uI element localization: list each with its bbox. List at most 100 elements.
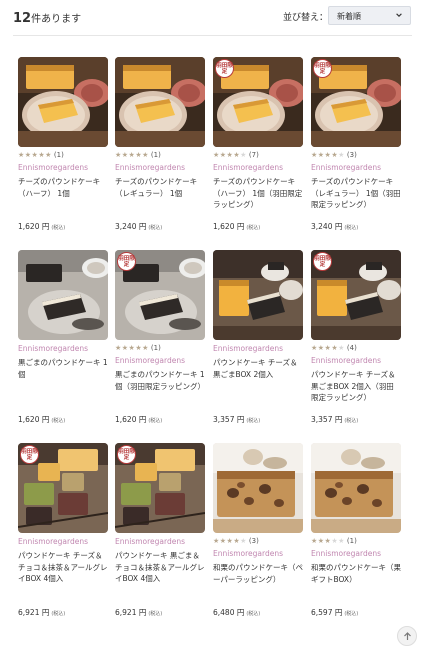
tax-label: (税込) [148, 611, 163, 617]
product-image[interactable] [213, 443, 303, 533]
price-value: 3,357 円 [213, 415, 245, 424]
product-image[interactable]: 羽田限定 [18, 443, 108, 533]
brand-name[interactable]: Ennismoregardens [18, 344, 88, 353]
star-rating-icon: ★★★★★ [213, 537, 247, 545]
star-rating-icon: ★★★★★ [311, 151, 345, 159]
product-image[interactable] [18, 250, 108, 340]
header-divider [13, 35, 412, 36]
chevron-down-icon [396, 13, 402, 17]
product-price: 3,357 円 (税込) [213, 414, 260, 425]
price-value: 6,921 円 [18, 608, 50, 617]
brand-name[interactable]: Ennismoregardens [115, 356, 185, 365]
product-photo [213, 443, 303, 533]
product-image[interactable]: 羽田限定 [213, 57, 303, 147]
product-name[interactable]: チーズのパウンドケーキ（ハーフ） 1個 [18, 176, 108, 199]
product-image[interactable]: 羽田限定 [311, 57, 401, 147]
product-name[interactable]: パウンドケーキ チーズ＆黒ごまBOX 2個入（羽田限定ラッピング） [311, 369, 401, 404]
brand-name[interactable]: Ennismoregardens [18, 163, 88, 172]
brand-name[interactable]: Ennismoregardens [311, 356, 381, 365]
brand-name[interactable]: Ennismoregardens [213, 549, 283, 558]
product-photo [18, 250, 108, 340]
tax-label: (税込) [148, 225, 163, 231]
limited-badge: 羽田限定 [215, 59, 234, 78]
price-value: 3,357 円 [311, 415, 343, 424]
brand-name[interactable]: Ennismoregardens [18, 537, 88, 546]
sort-select[interactable]: 新着順 [328, 6, 411, 25]
product-image[interactable]: 羽田限定 [115, 443, 205, 533]
product-name[interactable]: 和栗のパウンドケーキ（果ギフトBOX） [311, 562, 401, 585]
product-name[interactable]: 黒ごまのパウンドケーキ 1個 [18, 357, 108, 380]
limited-badge: 羽田限定 [20, 445, 39, 464]
product-card[interactable]: ★★★★★ (1) Ennismoregardens 和栗のパウンドケーキ（果ギフトB… [311, 443, 401, 621]
product-name[interactable]: パウンドケーキ チーズ＆チョコ＆抹茶＆アールグレイBOX 4個入 [18, 550, 108, 585]
product-image[interactable] [18, 57, 108, 147]
rating: ★★★★★ (7) [213, 151, 259, 161]
product-card[interactable]: 羽田限定 ★★★★★ (4) Ennismoregardens パウンドケーキ チーズ＆… [311, 250, 401, 428]
product-image[interactable] [213, 250, 303, 340]
review-count: (7) [248, 151, 259, 159]
product-image[interactable]: 羽田限定 [115, 250, 205, 340]
product-card[interactable]: Ennismoregardens パウンドケーキ チーズ＆黒ごまBOX 2個入 3,… [213, 250, 303, 428]
product-name[interactable]: チーズのパウンドケーキ（レギュラー） 1個 [115, 176, 205, 199]
product-name[interactable]: チーズのパウンドケーキ（ハーフ） 1個（羽田限定ラッピング） [213, 176, 303, 211]
product-name[interactable]: 黒ごまのパウンドケーキ 1個（羽田限定ラッピング） [115, 369, 205, 392]
brand-name[interactable]: Ennismoregardens [213, 163, 283, 172]
product-image[interactable] [115, 57, 205, 147]
product-card[interactable]: Ennismoregardens 黒ごまのパウンドケーキ 1個 1,620 円 (税込… [18, 250, 108, 428]
product-price: 6,921 円 (税込) [18, 607, 65, 618]
tax-label: (税込) [51, 418, 66, 424]
product-price: 1,620 円 (税込) [213, 221, 260, 232]
product-price: 3,357 円 (税込) [311, 414, 358, 425]
product-card[interactable]: 羽田限定 ★★★★★ (1) Ennismoregardens 黒ごまのパウンドケーキ … [115, 250, 205, 428]
star-rating-icon: ★★★★★ [213, 151, 247, 159]
brand-name[interactable]: Ennismoregardens [213, 344, 283, 353]
rating: ★★★★★ (3) [213, 537, 259, 547]
tax-label: (税込) [246, 418, 261, 424]
price-value: 1,620 円 [18, 415, 50, 424]
brand-name[interactable]: Ennismoregardens [311, 549, 381, 558]
product-price: 1,620 円 (税込) [18, 414, 65, 425]
product-card[interactable]: ★★★★★ (1) Ennismoregardens チーズのパウンドケーキ（ハーフ）… [18, 57, 108, 235]
product-card[interactable]: 羽田限定 Ennismoregardens パウンドケーキ チーズ＆チョコ＆抹茶＆ア… [18, 443, 108, 621]
price-value: 3,240 円 [311, 222, 343, 231]
list-header: 12件あります 並び替え： 新着順 [0, 0, 425, 34]
tax-label: (税込) [344, 225, 359, 231]
product-image[interactable] [311, 443, 401, 533]
product-card[interactable]: 羽田限定 ★★★★★ (3) Ennismoregardens チーズのパウンドケーキ（… [311, 57, 401, 235]
sort-select-value: 新着順 [337, 12, 361, 21]
star-rating-icon: ★★★★★ [311, 344, 345, 352]
price-value: 1,620 円 [18, 222, 50, 231]
tax-label: (税込) [344, 418, 359, 424]
product-name[interactable]: 和栗のパウンドケーキ（ペーパーラッピング） [213, 562, 303, 585]
limited-badge: 羽田限定 [117, 252, 136, 271]
tax-label: (税込) [344, 611, 359, 617]
product-name[interactable]: パウンドケーキ 黒ごま＆チョコ＆抹茶＆アールグレイBOX 4個入 [115, 550, 205, 585]
scroll-to-top-button[interactable] [397, 626, 417, 646]
tax-label: (税込) [51, 225, 66, 231]
review-count: (1) [150, 344, 161, 352]
brand-name[interactable]: Ennismoregardens [115, 537, 185, 546]
product-price: 1,620 円 (税込) [18, 221, 65, 232]
product-card[interactable]: 羽田限定 ★★★★★ (7) Ennismoregardens チーズのパウンドケーキ（… [213, 57, 303, 235]
rating: ★★★★★ (4) [311, 344, 357, 354]
product-name[interactable]: パウンドケーキ チーズ＆黒ごまBOX 2個入 [213, 357, 303, 380]
product-price: 3,240 円 (税込) [311, 221, 358, 232]
product-card[interactable]: 羽田限定 Ennismoregardens パウンドケーキ 黒ごま＆チョコ＆抹茶＆ア… [115, 443, 205, 621]
product-card[interactable]: ★★★★★ (3) Ennismoregardens 和栗のパウンドケーキ（ペーパーラ… [213, 443, 303, 621]
tax-label: (税込) [246, 225, 261, 231]
result-count-suffix: 件あります [31, 14, 82, 25]
product-photo [115, 57, 205, 147]
brand-name[interactable]: Ennismoregardens [311, 163, 381, 172]
limited-badge: 羽田限定 [313, 59, 332, 78]
product-card[interactable]: ★★★★★ (1) Ennismoregardens チーズのパウンドケーキ（レギュラ… [115, 57, 205, 235]
product-image[interactable]: 羽田限定 [311, 250, 401, 340]
rating: ★★★★★ (1) [115, 151, 161, 161]
limited-badge: 羽田限定 [117, 445, 136, 464]
price-value: 1,620 円 [213, 222, 245, 231]
rating: ★★★★★ (1) [18, 151, 64, 161]
product-name[interactable]: チーズのパウンドケーキ（レギュラー） 1個（羽田限定ラッピング） [311, 176, 401, 211]
price-value: 6,921 円 [115, 608, 147, 617]
star-rating-icon: ★★★★★ [115, 344, 149, 352]
brand-name[interactable]: Ennismoregardens [115, 163, 185, 172]
product-photo [18, 57, 108, 147]
